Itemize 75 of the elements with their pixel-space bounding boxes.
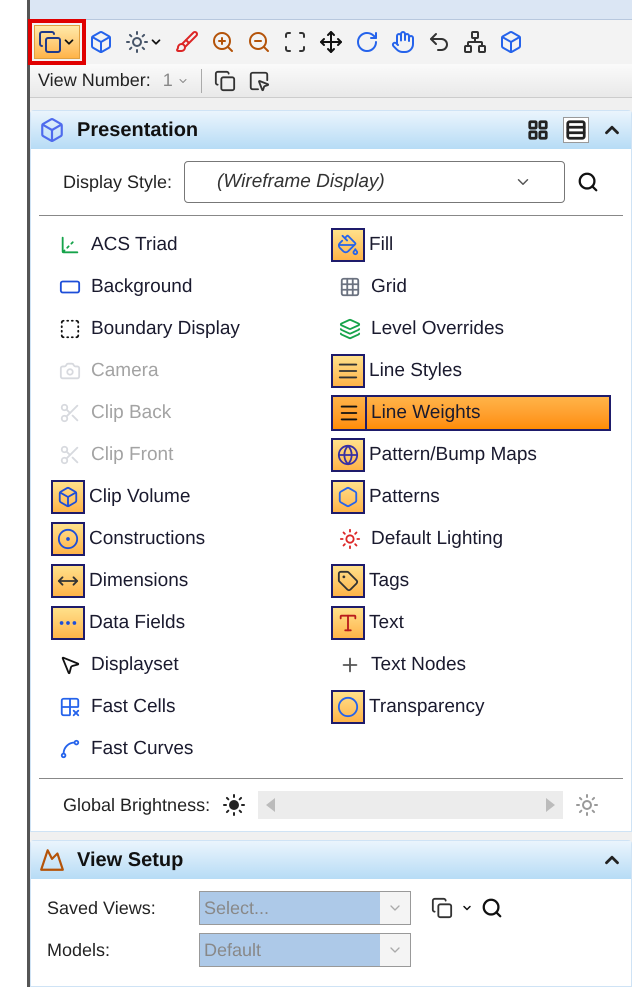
- list-row[interactable]: Line Styles: [331, 353, 611, 389]
- field-label: Models:: [47, 938, 112, 962]
- rotate-icon: [355, 30, 379, 54]
- item-label: Patterns: [369, 484, 440, 509]
- view-number-label: View Number:: [38, 69, 151, 92]
- item-label: Fast Curves: [91, 736, 194, 761]
- list-row[interactable]: Text: [331, 605, 611, 641]
- item-label: ACS Triad: [91, 232, 178, 257]
- list-row[interactable]: Fast Cells: [51, 689, 331, 725]
- global-brightness-label: Global Brightness:: [63, 794, 210, 817]
- cube-icon: [39, 117, 65, 143]
- cube-icon: [499, 30, 523, 54]
- list-row[interactable]: Text Nodes: [331, 647, 611, 683]
- hand-icon: [391, 30, 415, 54]
- list-row[interactable]: Fill: [331, 227, 611, 263]
- list-row[interactable]: Pattern/Bump Maps: [331, 437, 611, 473]
- sun-icon: [125, 30, 149, 54]
- zoom-in-icon: [211, 30, 235, 54]
- field-label: Saved Views:: [47, 896, 157, 920]
- selected-row[interactable]: Line Weights: [331, 395, 611, 431]
- pointer-window-icon: [248, 70, 270, 92]
- list-row[interactable]: Tags: [331, 563, 611, 599]
- display-style-dropdown[interactable]: (Wireframe Display): [184, 161, 565, 203]
- item-label: Text Nodes: [371, 652, 466, 677]
- list-row[interactable]: Default Lighting: [331, 521, 611, 557]
- item-label: Default Lighting: [371, 526, 504, 551]
- item-label: Transparency: [369, 694, 484, 719]
- undo-icon: [427, 30, 451, 54]
- list-row[interactable]: Displayset: [51, 647, 331, 683]
- landscape-icon: [39, 847, 65, 873]
- list-row[interactable]: Clip Volume: [51, 479, 331, 515]
- list-row[interactable]: Fast Curves: [51, 731, 331, 767]
- list-row[interactable]: Data Fields: [51, 605, 331, 641]
- search-icon[interactable]: [481, 897, 503, 919]
- item-label: Clip Back: [91, 400, 172, 425]
- brush-icon: [175, 30, 199, 54]
- item-label: Line Weights: [371, 400, 480, 425]
- item-label: Displayset: [91, 652, 179, 677]
- search-icon[interactable]: [577, 171, 599, 193]
- light-sun-icon: [575, 793, 599, 817]
- list-row[interactable]: Dimensions: [51, 563, 331, 599]
- list-row[interactable]: ACS Triad: [51, 227, 331, 263]
- item-label: Pattern/Bump Maps: [369, 442, 537, 467]
- windows-icon: [214, 70, 236, 92]
- item-label: Data Fields: [89, 610, 186, 635]
- item-label: Boundary Display: [91, 316, 240, 341]
- item-label: Clip Volume: [89, 484, 190, 509]
- list-row[interactable]: Grid: [331, 269, 611, 305]
- section-title: View Setup: [77, 848, 184, 873]
- item-label: Line Styles: [369, 358, 462, 383]
- item-label: Fast Cells: [91, 694, 176, 719]
- list-row[interactable]: Constructions: [51, 521, 331, 557]
- item-label: Text: [369, 610, 404, 635]
- list-row[interactable]: Background: [51, 269, 331, 305]
- item-label: Level Overrides: [371, 316, 504, 341]
- item-label: Fill: [369, 232, 394, 257]
- windows-icon[interactable]: [431, 897, 453, 919]
- zoom-out-icon: [247, 30, 271, 54]
- list-row[interactable]: Patterns: [331, 479, 611, 515]
- list-view-button[interactable]: [563, 117, 589, 143]
- item-label: Background: [91, 274, 192, 299]
- list-row[interactable]: Boundary Display: [51, 311, 331, 347]
- section-title: Presentation: [77, 118, 200, 143]
- dark-sun-icon: [222, 793, 246, 817]
- item-label: Dimensions: [89, 568, 188, 593]
- item-label: Tags: [369, 568, 410, 593]
- list-row[interactable]: Level Overrides: [331, 311, 611, 347]
- cube-icon: [89, 30, 113, 54]
- display-style-label: Display Style:: [63, 170, 172, 194]
- item-label: Clip Front: [91, 442, 174, 467]
- item-label: Camera: [91, 358, 159, 383]
- list-row[interactable]: Transparency: [331, 689, 611, 725]
- item-label: Grid: [371, 274, 407, 299]
- item-label: Constructions: [89, 526, 206, 551]
- windows-icon: [38, 30, 62, 54]
